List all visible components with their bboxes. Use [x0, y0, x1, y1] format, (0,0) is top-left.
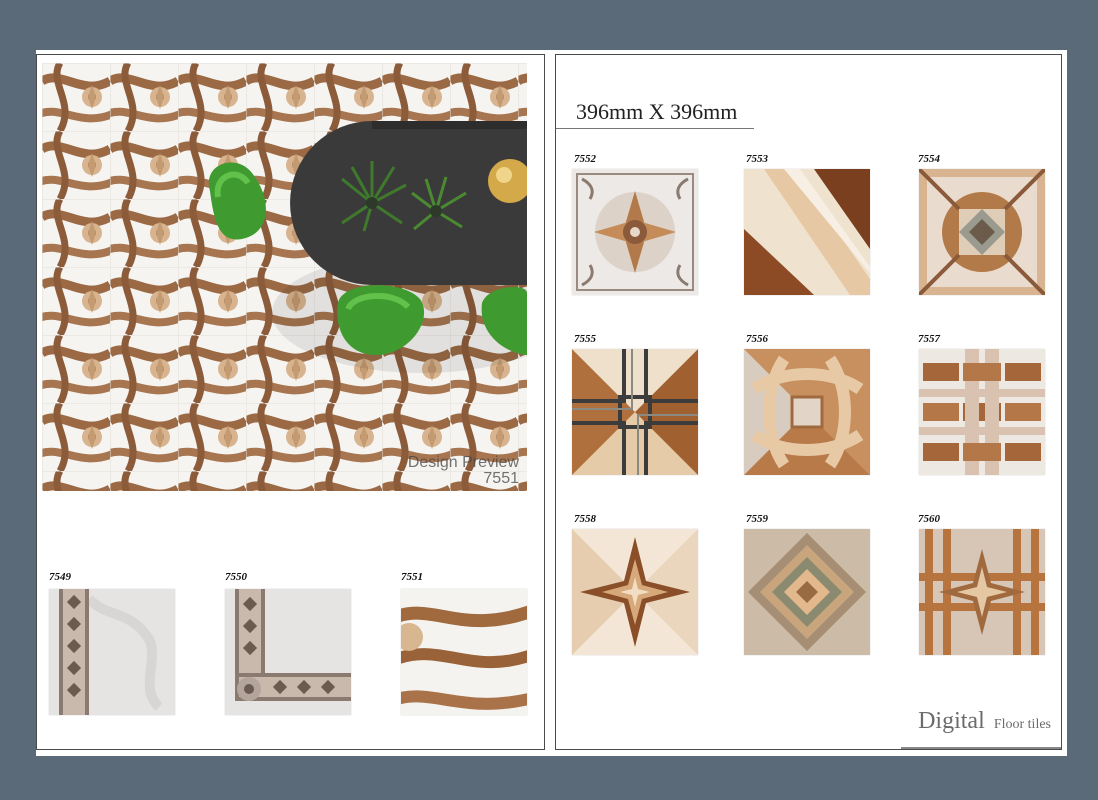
right-panel: 396mm X 396mm 7552 7553 7554 7555 7556 7… [555, 54, 1062, 750]
tile-7554[interactable] [919, 169, 1045, 295]
brand-sub: Floor tiles [993, 717, 1051, 732]
size-title: 396mm X 396mm [576, 99, 738, 124]
left-panel: Design Preview 7551 7549 7550 7551 [36, 54, 545, 750]
brand-label: Digital Floor tiles [918, 708, 1051, 735]
title-underline [556, 128, 754, 129]
tile-code: 7559 [746, 513, 768, 525]
design-preview: Design Preview 7551 [42, 63, 527, 491]
tile-code: 7555 [574, 333, 596, 345]
tile-7552[interactable] [572, 169, 698, 295]
tile-7555[interactable] [572, 349, 698, 475]
tile-code: 7557 [918, 333, 940, 345]
tile-code: 7550 [225, 571, 247, 583]
tile-7549[interactable] [49, 589, 175, 715]
brand-underline [901, 747, 1061, 749]
catalog-sheet: Design Preview 7551 7549 7550 7551 396mm… [36, 50, 1067, 756]
room-preview-image [42, 63, 527, 491]
brand-main: Digital [918, 708, 985, 734]
tile-code: 7552 [574, 153, 596, 165]
tile-code: 7556 [746, 333, 768, 345]
preview-caption-title: Design Preview [407, 454, 519, 471]
tile-7558[interactable] [572, 529, 698, 655]
tile-code: 7549 [49, 571, 71, 583]
tile-code: 7554 [918, 153, 940, 165]
tile-7553[interactable] [744, 169, 870, 295]
tile-code: 7551 [401, 571, 423, 583]
tile-7550[interactable] [225, 589, 351, 715]
tile-7559[interactable] [744, 529, 870, 655]
table [290, 121, 527, 285]
tile-code: 7558 [574, 513, 596, 525]
tile-code: 7553 [746, 153, 768, 165]
preview-caption: Design Preview 7551 [408, 455, 519, 487]
tile-7551[interactable] [401, 589, 527, 715]
tile-7556[interactable] [744, 349, 870, 475]
tile-7560[interactable] [919, 529, 1045, 655]
tile-code: 7560 [918, 513, 940, 525]
tile-7557[interactable] [919, 349, 1045, 475]
page: { "size_title": "396mm X 396mm", "previe… [0, 0, 1098, 800]
preview-caption-code: 7551 [483, 470, 519, 487]
